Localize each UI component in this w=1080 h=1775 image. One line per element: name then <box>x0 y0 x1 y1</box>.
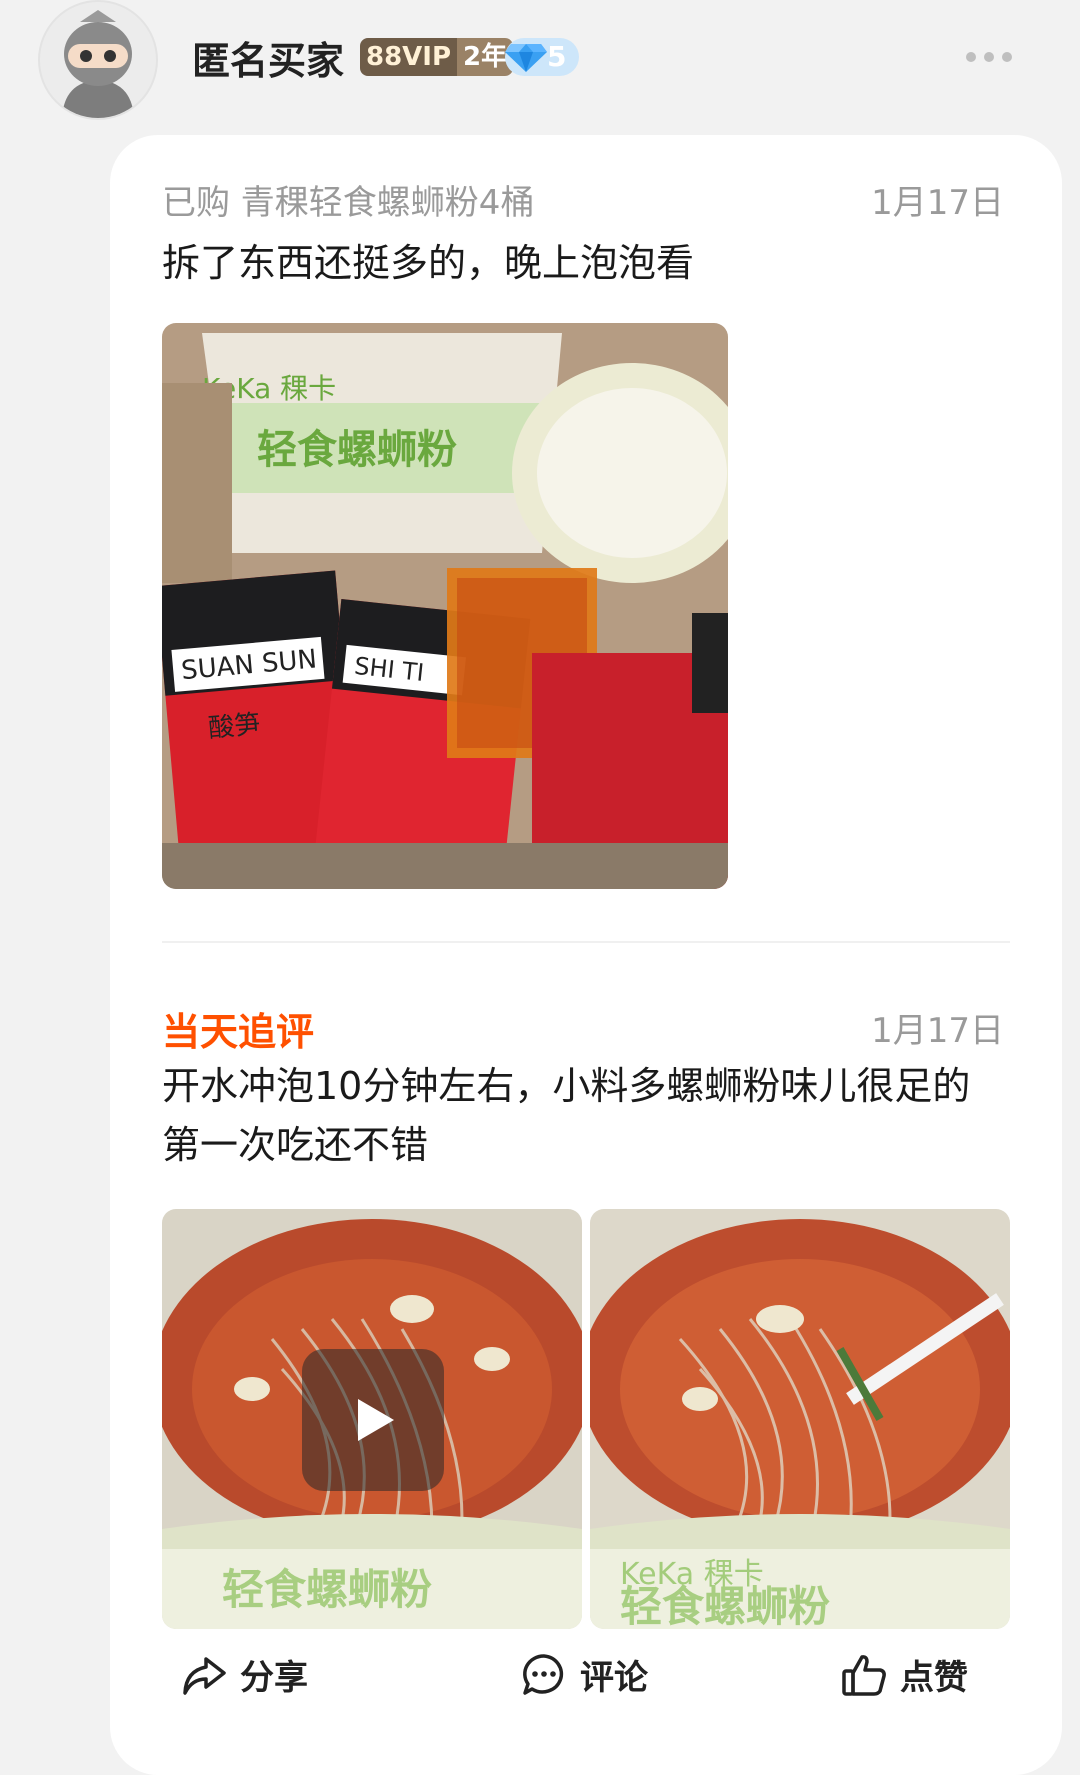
comment-label: 评论 <box>580 1658 648 1698</box>
followup-photo[interactable]: KeKa 稞卡 轻食螺蛳粉 <box>590 1209 1010 1629</box>
review-card: 已购 青稞轻食螺蛳粉4桶 1月17日 拆了东西还挺多的，晚上泡泡看 轻食螺蛳粉 … <box>110 135 1062 1775</box>
like-label: 点赞 <box>900 1658 968 1698</box>
svg-text:轻食螺蛳粉: 轻食螺蛳粉 <box>620 1582 830 1629</box>
comment-button[interactable]: 评论 <box>520 1650 648 1699</box>
share-label: 分享 <box>240 1658 308 1698</box>
review-photo-packets[interactable]: 轻食螺蛳粉 KeKa 稞卡 SUAN SUN 酸笋 SHI TI <box>162 323 728 889</box>
share-icon <box>183 1656 226 1695</box>
followup-video-thumbnail[interactable]: 轻食螺蛳粉 <box>162 1209 582 1629</box>
action-bar: 分享 评论 点赞 <box>110 1650 1062 1740</box>
avatar[interactable] <box>38 0 158 120</box>
play-icon <box>358 1399 394 1441</box>
followup-text: 开水冲泡10分钟左右，小料多螺蛳粉味儿很足的第一次吃还不错 <box>162 1064 971 1167</box>
review-text: 拆了东西还挺多的，晚上泡泡看 <box>162 241 695 285</box>
share-button[interactable]: 分享 <box>180 1650 308 1699</box>
more-options-icon[interactable] <box>966 52 1012 62</box>
comment-icon <box>523 1653 564 1695</box>
vip-label: 88VIP <box>360 38 458 76</box>
vip-badge: 88VIP 2年 <box>360 38 514 76</box>
svg-text:轻食螺蛳粉: 轻食螺蛳粉 <box>222 1565 432 1614</box>
thumbs-up-icon <box>842 1654 886 1696</box>
diamond-level-badge: 5 <box>505 38 579 76</box>
diamond-level: 5 <box>547 40 567 73</box>
followup-label: 当天追评 <box>162 1010 315 1054</box>
review-date: 1月17日 <box>871 183 1004 223</box>
username[interactable]: 匿名买家 <box>192 30 344 85</box>
followup-date: 1月17日 <box>871 1011 1004 1051</box>
reviewer-header: 匿名买家 88VIP 2年 5 <box>0 0 1080 120</box>
product-label-text: 轻食螺蛳粉 <box>257 427 457 473</box>
play-button[interactable] <box>302 1349 444 1491</box>
diamond-icon <box>505 44 547 72</box>
packet-label-bamboo: 酸笋 <box>207 710 261 744</box>
like-button[interactable]: 点赞 <box>840 1650 968 1699</box>
purchased-item[interactable]: 已购 青稞轻食螺蛳粉4桶 <box>162 175 534 224</box>
divider <box>162 941 1010 943</box>
